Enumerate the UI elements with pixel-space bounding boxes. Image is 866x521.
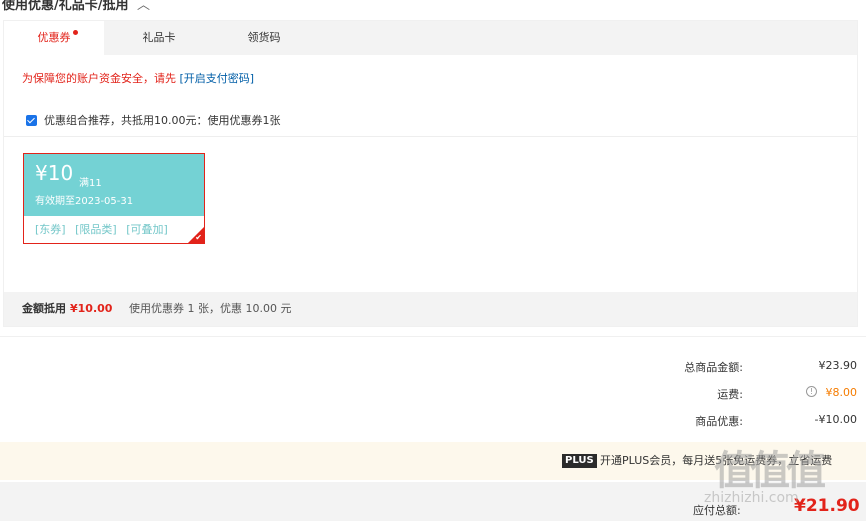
section-title-text: 使用优惠/礼品卡/抵用 [2, 0, 129, 13]
discount-summary: 金额抵用 ¥10.00 使用优惠券 1 张，优惠 10.00 元 [4, 292, 857, 326]
info-icon[interactable]: ! [806, 386, 817, 397]
coupon-tag: [东券] [35, 223, 66, 236]
new-dot-icon [73, 30, 78, 35]
payable-value: ¥21.90 [794, 496, 860, 516]
coupon-panel: 优惠券 礼品卡 领货码 为保障您的账户资金安全，请先 [开启支付密码] 优惠组合… [3, 20, 858, 327]
security-tip-text: 为保障您的账户资金安全，请先 [22, 72, 180, 85]
summary-desc: 使用优惠券 1 张，优惠 10.00 元 [129, 302, 292, 315]
chevron-up-icon[interactable]: ︿ [137, 0, 150, 13]
combo-recommend-checkbox[interactable] [26, 114, 37, 126]
check-icon: ✔ [195, 233, 202, 242]
discount-label: 商品优惠: [695, 415, 743, 428]
discount-value: -¥10.00 [814, 413, 857, 426]
tab-redeem-code-label: 领货码 [247, 31, 281, 44]
coupon-expire: 有效期至2023-05-31 [35, 196, 134, 207]
security-tip: 为保障您的账户资金安全，请先 [开启支付密码] [22, 70, 254, 86]
tab-gift-cards-label: 礼品卡 [142, 31, 176, 44]
combo-recommend-text: 优惠组合推荐，共抵用10.00元：使用优惠券1张 [44, 114, 281, 127]
section-title[interactable]: 使用优惠/礼品卡/抵用 ︿ [2, 0, 150, 13]
plus-promo-text: 开通PLUS会员，每月送5张免运费券，立省运费 [600, 454, 833, 467]
coupon-tags: [东券] [限品类] [可叠加] [35, 221, 174, 237]
payable-bar: 应付总额: ¥21.90 [0, 482, 866, 521]
discount-row: 商品优惠: -¥10.00 [0, 413, 866, 428]
coupon-amount: ¥10 [35, 161, 74, 185]
order-totals: 总商品金额: ¥23.90 运费: ! ¥8.00 商品优惠: -¥10.00 [0, 336, 866, 436]
tab-bar: 优惠券 礼品卡 领货码 [4, 21, 857, 55]
shipping-row: 运费: ! ¥8.00 [0, 386, 866, 401]
tab-coupons[interactable]: 优惠券 [4, 21, 104, 55]
coupon-tag: [限品类] [75, 223, 117, 236]
goods-total-label: 总商品金额: [684, 361, 743, 374]
shipping-value: ¥8.00 [825, 386, 858, 399]
goods-total-row: 总商品金额: ¥23.90 [0, 359, 866, 374]
shipping-label: 运费: [717, 388, 743, 401]
tab-redeem-code[interactable]: 领货码 [214, 21, 314, 55]
coupon-header: ¥10 满11 有效期至2023-05-31 [24, 154, 204, 216]
tab-gift-cards[interactable]: 礼品卡 [109, 21, 209, 55]
coupon-condition: 满11 [79, 178, 102, 189]
enable-pay-password-link[interactable]: [开启支付密码] [180, 72, 255, 85]
coupon-tag: [可叠加] [126, 223, 168, 236]
plus-badge: PLUS [562, 454, 597, 468]
combo-recommend-row: 优惠组合推荐，共抵用10.00元：使用优惠券1张 [26, 112, 281, 128]
divider [4, 136, 857, 137]
goods-total-value: ¥23.90 [818, 359, 858, 372]
summary-amount: ¥10.00 [70, 302, 113, 315]
summary-label: 金额抵用 [22, 302, 66, 315]
plus-promo-bar[interactable]: PLUS 开通PLUS会员，每月送5张免运费券，立省运费 [0, 442, 866, 480]
payable-label: 应付总额: [693, 504, 741, 517]
tab-coupons-label: 优惠券 [37, 31, 71, 44]
coupon-card[interactable]: ¥10 满11 有效期至2023-05-31 [东券] [限品类] [可叠加] … [23, 153, 205, 244]
